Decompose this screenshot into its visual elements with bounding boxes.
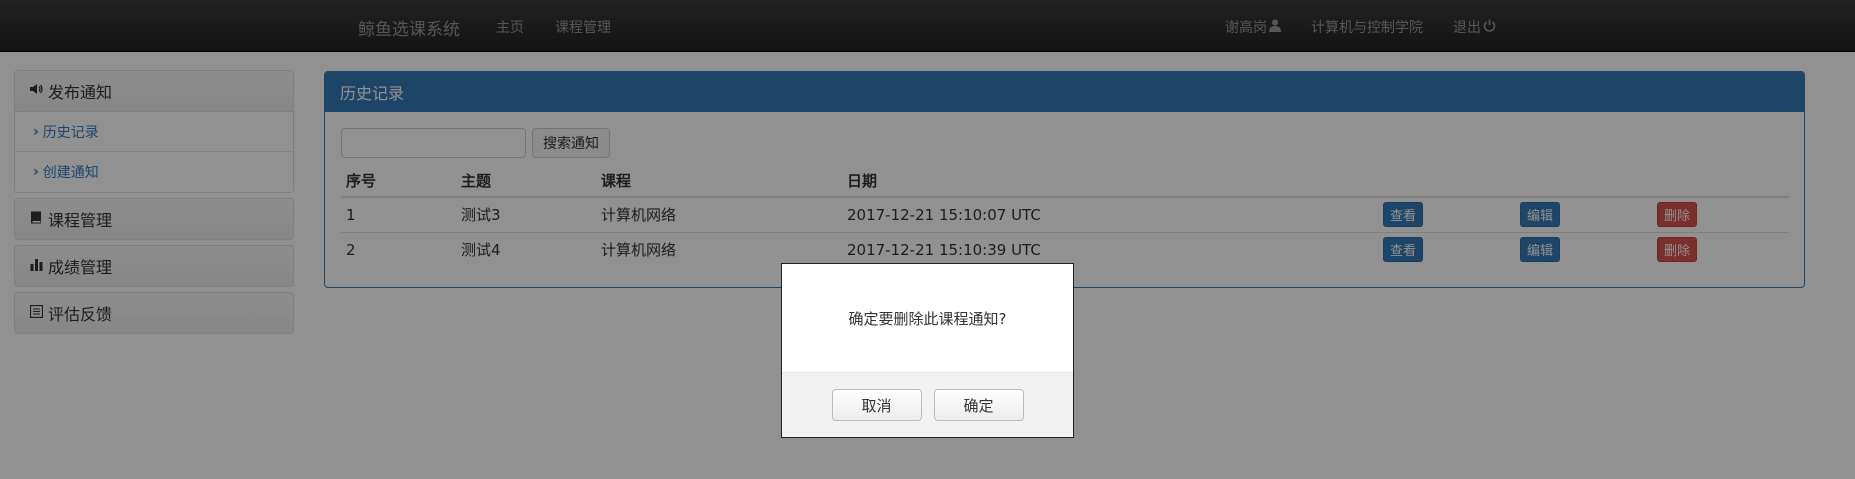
dialog-footer: 取消 确定 [782,372,1073,437]
dialog-message: 确定要删除此课程通知? [848,309,1007,328]
cancel-button[interactable]: 取消 [831,389,922,421]
confirm-delete-dialog: 确定要删除此课程通知? 取消 确定 [781,263,1074,438]
confirm-button[interactable]: 确定 [933,389,1024,421]
